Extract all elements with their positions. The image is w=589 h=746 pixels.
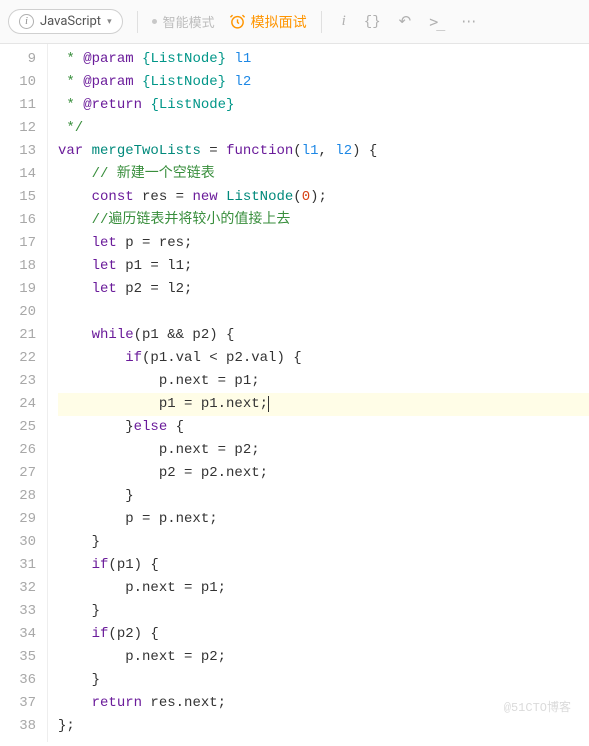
code-line[interactable]: * @return {ListNode} bbox=[58, 94, 589, 117]
chevron-down-icon: ▾ bbox=[107, 17, 112, 27]
code-editor[interactable]: 9101112131415161718192021222324252627282… bbox=[0, 44, 589, 742]
code-line[interactable]: // 新建一个空链表 bbox=[58, 163, 589, 186]
code-line[interactable]: }; bbox=[58, 715, 589, 738]
code-line[interactable]: p.next = p2; bbox=[58, 439, 589, 462]
line-number: 27 bbox=[0, 462, 36, 485]
editor-toolbar: i JavaScript ▾ 智能模式 模拟面试 i {} ↶ >_ ⋯ bbox=[0, 0, 589, 44]
code-line[interactable]: var mergeTwoLists = function(l1, l2) { bbox=[58, 140, 589, 163]
line-number: 28 bbox=[0, 485, 36, 508]
code-line[interactable]: if(p1) { bbox=[58, 554, 589, 577]
line-number-gutter: 9101112131415161718192021222324252627282… bbox=[0, 44, 48, 742]
code-line[interactable]: p1 = p1.next; bbox=[58, 393, 589, 416]
dot-icon bbox=[152, 19, 157, 24]
line-number: 24 bbox=[0, 393, 36, 416]
line-number: 29 bbox=[0, 508, 36, 531]
code-line[interactable]: const res = new ListNode(0); bbox=[58, 186, 589, 209]
line-number: 37 bbox=[0, 692, 36, 715]
line-number: 12 bbox=[0, 117, 36, 140]
code-line[interactable]: p.next = p2; bbox=[58, 646, 589, 669]
language-label: JavaScript bbox=[40, 14, 101, 29]
undo-icon[interactable]: ↶ bbox=[399, 12, 412, 31]
line-number: 31 bbox=[0, 554, 36, 577]
code-line[interactable]: * @param {ListNode} l2 bbox=[58, 71, 589, 94]
code-line[interactable]: }else { bbox=[58, 416, 589, 439]
code-line[interactable]: let p2 = l2; bbox=[58, 278, 589, 301]
line-number: 25 bbox=[0, 416, 36, 439]
code-line[interactable]: p = p.next; bbox=[58, 508, 589, 531]
line-number: 26 bbox=[0, 439, 36, 462]
line-number: 15 bbox=[0, 186, 36, 209]
divider bbox=[137, 11, 138, 33]
mock-label: 模拟面试 bbox=[251, 12, 307, 32]
line-number: 14 bbox=[0, 163, 36, 186]
line-number: 30 bbox=[0, 531, 36, 554]
line-number: 21 bbox=[0, 324, 36, 347]
more-icon[interactable]: ⋯ bbox=[461, 12, 476, 31]
line-number: 36 bbox=[0, 669, 36, 692]
code-line[interactable]: */ bbox=[58, 117, 589, 140]
line-number: 19 bbox=[0, 278, 36, 301]
code-line[interactable]: while(p1 && p2) { bbox=[58, 324, 589, 347]
code-line[interactable]: } bbox=[58, 600, 589, 623]
braces-icon[interactable]: {} bbox=[364, 14, 381, 30]
line-number: 23 bbox=[0, 370, 36, 393]
code-line[interactable]: p2 = p2.next; bbox=[58, 462, 589, 485]
mode-label: 智能模式 bbox=[163, 12, 215, 31]
italic-icon[interactable]: i bbox=[342, 13, 346, 30]
info-icon: i bbox=[19, 14, 34, 29]
line-number: 18 bbox=[0, 255, 36, 278]
line-number: 32 bbox=[0, 577, 36, 600]
code-line[interactable]: //遍历链表并将较小的值接上去 bbox=[58, 209, 589, 232]
toolbar-icons: i {} ↶ >_ ⋯ bbox=[342, 12, 477, 31]
line-number: 10 bbox=[0, 71, 36, 94]
line-number: 20 bbox=[0, 301, 36, 324]
line-number: 17 bbox=[0, 232, 36, 255]
code-lines[interactable]: * @param {ListNode} l1 * @param {ListNod… bbox=[48, 44, 589, 742]
line-number: 9 bbox=[0, 48, 36, 71]
alarm-icon bbox=[229, 13, 246, 30]
terminal-icon[interactable]: >_ bbox=[429, 13, 443, 31]
smart-mode-toggle[interactable]: 智能模式 bbox=[152, 12, 215, 31]
code-line[interactable]: return res.next; bbox=[58, 692, 589, 715]
line-number: 22 bbox=[0, 347, 36, 370]
code-line[interactable]: if(p2) { bbox=[58, 623, 589, 646]
divider bbox=[321, 11, 322, 33]
line-number: 38 bbox=[0, 715, 36, 738]
code-line[interactable]: p.next = p1; bbox=[58, 370, 589, 393]
language-select[interactable]: i JavaScript ▾ bbox=[8, 9, 123, 34]
code-line[interactable]: * @param {ListNode} l1 bbox=[58, 48, 589, 71]
line-number: 34 bbox=[0, 623, 36, 646]
line-number: 13 bbox=[0, 140, 36, 163]
code-line[interactable]: let p1 = l1; bbox=[58, 255, 589, 278]
line-number: 33 bbox=[0, 600, 36, 623]
code-line[interactable]: } bbox=[58, 669, 589, 692]
line-number: 11 bbox=[0, 94, 36, 117]
code-line[interactable]: p.next = p1; bbox=[58, 577, 589, 600]
line-number: 16 bbox=[0, 209, 36, 232]
code-line[interactable]: } bbox=[58, 531, 589, 554]
line-number: 35 bbox=[0, 646, 36, 669]
code-line[interactable]: if(p1.val < p2.val) { bbox=[58, 347, 589, 370]
code-line[interactable] bbox=[58, 301, 589, 324]
code-line[interactable]: let p = res; bbox=[58, 232, 589, 255]
code-line[interactable]: } bbox=[58, 485, 589, 508]
mock-interview-button[interactable]: 模拟面试 bbox=[229, 12, 307, 32]
